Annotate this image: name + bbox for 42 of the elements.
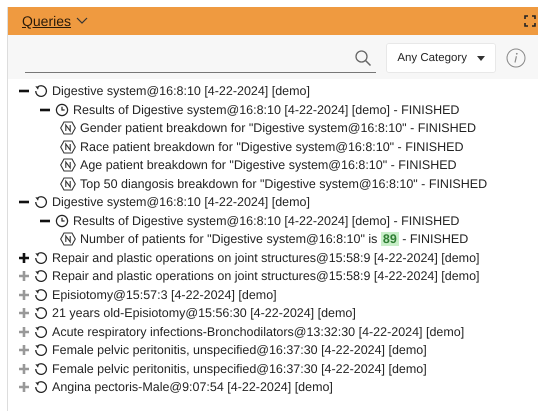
category-dropdown[interactable]: Any Category [386,43,496,73]
refresh-icon[interactable] [34,362,48,376]
refresh-icon[interactable] [34,195,48,210]
refresh-icon[interactable] [34,84,48,98]
refresh-icon[interactable] [34,324,48,339]
refresh-icon[interactable] [34,306,48,320]
chevron-down-icon [76,17,88,25]
hexagon-n-icon [60,140,76,154]
hexagon-n-icon [60,121,76,136]
refresh-icon[interactable] [34,380,48,394]
tree-item-label[interactable]: Race patient breakdown for "Digestive system@16:8:10" - FINISHED [80,140,464,154]
clock-icon [55,214,69,228]
tree-item-label[interactable]: Female pelvic peritonitis, unspecified@16:37:30 [4-22-2024] [demo] [52,343,427,358]
tree-item-label[interactable]: Results of Digestive system@16:8:10 [4-22-2024] [demo] - FINISHED [73,214,460,228]
refresh-icon[interactable] [34,288,48,302]
search-icon[interactable] [354,48,372,66]
tree-item-label[interactable]: Digestive system@16:8:10 [4-22-2024] [demo] [52,195,310,210]
tree-item-label[interactable]: Gender patient breakdown for "Digestive system@16:8:10" - FINISHED [80,121,476,136]
hexagon-n-icon [60,232,76,246]
clock-icon [55,102,69,117]
hexagon-n-icon [60,158,76,172]
refresh-icon[interactable] [34,343,48,358]
tree-item-label[interactable]: Digestive system@16:8:10 [4-22-2024] [demo] [52,84,310,98]
refresh-icon[interactable] [34,269,48,284]
refresh-icon[interactable] [34,250,48,265]
tree-item-label[interactable]: Acute respiratory infections-Bronchodilators@13:32:30 [4-22-2024] [demo] [52,324,464,339]
tree-item-label[interactable]: 21 years old-Episiotomy@15:56:30 [4-22-2024] [demo] [52,306,356,320]
fullscreen-icon[interactable] [524,15,536,27]
tree-item-label[interactable]: Female pelvic peritonitis, unspecified@16:37:30 [4-22-2024] [demo] [52,362,427,376]
tree-item-label[interactable]: Repair and plastic operations on joint structures@15:58:9 [4-22-2024] [demo] [52,250,480,265]
tree-item-label[interactable]: Number of patients for "Digestive system@16:8:10" is 89 - FINISHED [80,232,468,246]
expand-icon[interactable] [18,252,30,264]
caret-down-icon [477,56,485,60]
tree-item-label[interactable]: Episiotomy@15:57:3 [4-22-2024] [demo] [52,288,277,302]
tree-item-label[interactable]: Angina pectoris-Male@9:07:54 [4-22-2024] [demo] [52,380,333,394]
tree-item-label[interactable]: Age patient breakdown for "Digestive system@16:8:10" - FINISHED [80,158,457,172]
tree-item-label[interactable]: Repair and plastic operations on joint structures@15:58:9 [4-22-2024] [demo] [52,269,480,284]
tree-item-label[interactable]: Results of Digestive system@16:8:10 [4-22-2024] [demo] - FINISHED [73,102,460,117]
hexagon-n-icon [60,176,76,191]
tree-item-label[interactable]: Top 50 diangosis breakdown for "Digestive system@16:8:10" - FINISHED [80,176,488,191]
queries-menu-button[interactable]: Queries [22,13,88,29]
info-icon[interactable] [506,48,526,68]
